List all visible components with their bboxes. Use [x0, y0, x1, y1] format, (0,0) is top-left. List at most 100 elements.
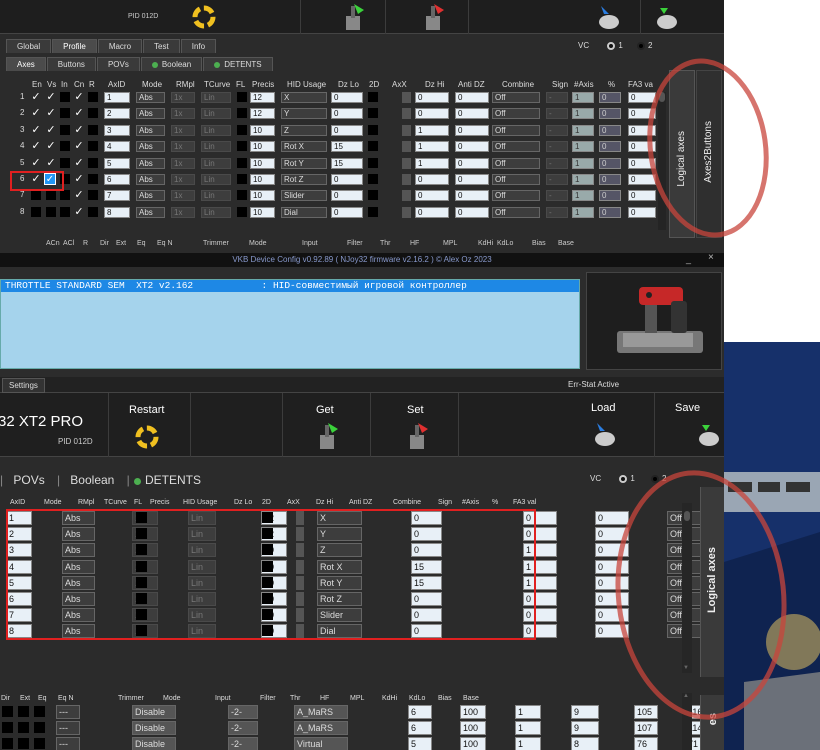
en-checkbox[interactable]: ✓ — [31, 141, 41, 152]
mode-dropdown[interactable]: Abs — [136, 157, 165, 169]
cn-checkbox[interactable]: ✓ — [74, 92, 84, 103]
vs-checkbox[interactable]: ✓ — [46, 92, 56, 103]
axis-count-spinner[interactable]: 1 — [572, 92, 594, 103]
combine-dropdown[interactable]: Off — [492, 190, 540, 202]
r-checkbox[interactable] — [88, 124, 98, 135]
subtab-boolean-large[interactable]: Boolean — [70, 473, 114, 487]
cn-checkbox[interactable]: ✓ — [74, 124, 84, 135]
precis-spinner[interactable]: 10 — [250, 206, 275, 218]
hid-usage-dropdown[interactable]: Rot Y — [281, 157, 327, 169]
mode-dropdown[interactable]: -2- — [228, 705, 258, 719]
vs-checkbox[interactable] — [46, 190, 56, 201]
ext-checkbox[interactable] — [18, 706, 29, 717]
dz-hi-spinner[interactable]: 1 — [415, 141, 449, 153]
vs-checkbox[interactable] — [46, 206, 56, 217]
eq-n-dropdown[interactable]: --- — [56, 705, 80, 719]
fa3-field[interactable]: 0 — [628, 190, 656, 202]
axis-count-spinner[interactable]: 1 — [572, 108, 594, 120]
precis-spinner[interactable]: 10 — [250, 141, 275, 153]
eq-n-dropdown[interactable]: --- — [56, 721, 80, 735]
in-checkbox[interactable] — [60, 141, 70, 152]
eq-checkbox[interactable] — [34, 706, 45, 717]
tcurve-dropdown[interactable]: Lin — [201, 157, 231, 169]
dz-lo-spinner[interactable]: 0 — [331, 124, 363, 136]
combine-dropdown[interactable]: Off — [492, 124, 540, 136]
mode-dropdown[interactable]: Abs — [136, 141, 165, 153]
axid-spinner[interactable]: 8 — [104, 206, 130, 218]
combine-dropdown[interactable]: Off — [492, 157, 540, 169]
subtab-buttons[interactable]: Buttons — [46, 57, 96, 71]
bottom-vc-radio-1[interactable] — [619, 474, 628, 483]
percent-field[interactable]: 0 — [599, 174, 621, 185]
tcurve-dropdown[interactable]: Lin — [201, 190, 231, 202]
sign-dropdown[interactable]: - — [546, 190, 568, 202]
input-dropdown[interactable]: A_MaRS — [294, 721, 348, 735]
vs-checkbox[interactable]: ✓ — [46, 108, 56, 119]
fl-checkbox[interactable] — [237, 157, 247, 168]
percent-field[interactable]: 0 — [599, 206, 621, 218]
sign-dropdown[interactable]: - — [546, 92, 568, 103]
axid-spinner[interactable]: 1 — [104, 92, 130, 103]
twod-checkbox[interactable] — [368, 92, 378, 102]
axid-spinner[interactable]: 4 — [104, 141, 130, 153]
fl-checkbox[interactable] — [237, 174, 247, 184]
trimmer-dropdown[interactable]: Disable — [132, 721, 176, 735]
r-checkbox[interactable] — [88, 157, 98, 168]
cn-checkbox[interactable]: ✓ — [74, 174, 84, 185]
tab-macro[interactable]: Macro — [97, 39, 143, 53]
tab-info[interactable]: Info — [180, 39, 217, 53]
set-icon[interactable] — [420, 2, 446, 32]
percent-field[interactable]: 0 — [599, 124, 621, 136]
hf-spinner[interactable]: 1 — [515, 721, 541, 735]
cn-checkbox[interactable]: ✓ — [74, 190, 84, 201]
hid-usage-dropdown[interactable]: Rot X — [281, 141, 327, 153]
twod-checkbox[interactable] — [368, 174, 378, 184]
axx-spinner-disabled[interactable] — [402, 141, 411, 153]
subtab-detents-large[interactable]: DETENTS — [145, 473, 201, 487]
thr-field[interactable]: 100 — [460, 721, 486, 735]
dz-lo-spinner[interactable]: 0 — [331, 108, 363, 120]
cn-checkbox[interactable]: ✓ — [74, 108, 84, 119]
tcurve-dropdown[interactable]: Lin — [201, 108, 231, 120]
hid-usage-dropdown[interactable]: Dial — [281, 206, 327, 218]
percent-field[interactable]: 0 — [599, 157, 621, 169]
en-checkbox[interactable]: ✓ — [31, 92, 41, 103]
mpl-spinner[interactable]: 9 — [571, 705, 599, 719]
axid-spinner[interactable]: 7 — [104, 190, 130, 202]
cn-checkbox[interactable]: ✓ — [74, 157, 84, 168]
fl-checkbox[interactable] — [237, 206, 247, 217]
percent-field[interactable]: 0 — [599, 190, 621, 202]
combine-dropdown[interactable]: Off — [492, 92, 540, 103]
input-dropdown[interactable]: Virtual — [294, 737, 348, 750]
load-icon[interactable] — [596, 2, 622, 32]
rmpl-dropdown[interactable]: 1x — [171, 174, 195, 185]
combine-dropdown[interactable]: Off — [492, 141, 540, 153]
en-checkbox[interactable]: ✓ — [31, 124, 41, 135]
precis-spinner[interactable]: 10 — [250, 174, 275, 185]
trimmer-dropdown[interactable]: Disable — [132, 737, 176, 750]
percent-field[interactable]: 0 — [599, 108, 621, 120]
dz-hi-spinner[interactable]: 1 — [415, 124, 449, 136]
sign-dropdown[interactable]: - — [546, 124, 568, 136]
anti-dz-spinner[interactable]: 0 — [455, 174, 489, 185]
tab-settings[interactable]: Settings — [2, 378, 45, 393]
en-checkbox[interactable]: ✓ — [31, 157, 41, 168]
sign-dropdown[interactable]: - — [546, 174, 568, 185]
rmpl-dropdown[interactable]: 1x — [171, 141, 195, 153]
mode-dropdown[interactable]: Abs — [136, 92, 165, 103]
axx-spinner-disabled[interactable] — [402, 157, 411, 169]
axis-count-spinner[interactable]: 1 — [572, 174, 594, 185]
kdhi-field[interactable]: 107 — [634, 721, 658, 735]
kdhi-field[interactable]: 76 — [634, 737, 658, 750]
rmpl-dropdown[interactable]: 1x — [171, 157, 195, 169]
axx-spinner-disabled[interactable] — [402, 174, 411, 185]
percent-field[interactable]: 0 — [599, 141, 621, 153]
subtab-axes[interactable]: Axes — [6, 57, 46, 71]
anti-dz-spinner[interactable]: 0 — [455, 108, 489, 120]
twod-checkbox[interactable] — [368, 157, 378, 168]
hid-usage-dropdown[interactable]: Slider — [281, 190, 327, 202]
percent-field[interactable]: 0 — [599, 92, 621, 103]
tcurve-dropdown[interactable]: Lin — [201, 206, 231, 218]
close-button[interactable]: × — [708, 252, 714, 263]
eq-checkbox[interactable] — [34, 722, 45, 733]
